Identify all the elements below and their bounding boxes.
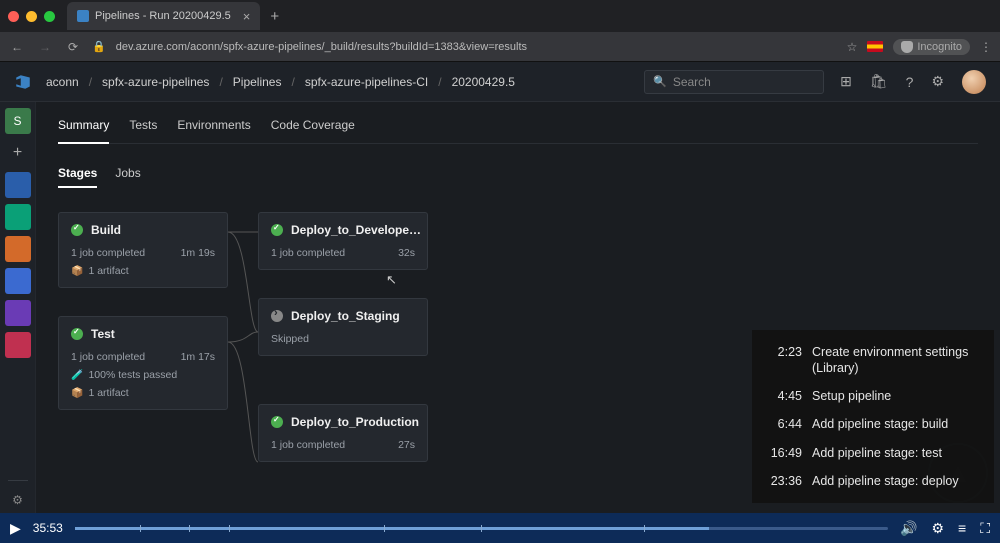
left-rail: S + ⚙ [0,102,36,513]
rail-artifacts-icon[interactable] [5,300,31,326]
skipped-icon [271,310,283,322]
help-icon[interactable]: ? [906,74,914,90]
subtab-stages[interactable]: Stages [58,166,97,188]
spain-flag-icon[interactable] [867,41,883,52]
new-tab-button[interactable]: + [270,8,279,25]
crumb-org[interactable]: aconn [46,75,79,89]
minimize-window-icon[interactable] [26,11,37,22]
chapter-list: 2:23Create environment settings (Library… [752,330,994,504]
tab-code-coverage[interactable]: Code Coverage [271,112,355,143]
chapter-link[interactable]: Setup pipeline [812,388,891,404]
stage-test[interactable]: Test 1 job completed1m 17s 🧪100% tests p… [58,316,228,410]
rail-boards-icon[interactable] [5,172,31,198]
marketplace-icon[interactable]: ⊞ [840,73,852,90]
current-time: 35:53 [33,521,63,535]
fullscreen-icon[interactable]: ⛶ [980,520,990,537]
crumb-project[interactable]: spfx-azure-pipelines [102,75,209,89]
rail-repos-icon[interactable] [5,204,31,230]
play-button[interactable]: ▶ [10,520,21,537]
shopping-bag-icon[interactable]: 🛍 [870,73,888,90]
azure-devops-logo-icon[interactable] [14,73,32,91]
stage-deploy-prod[interactable]: Deploy_to_Production 1 job completed27s [258,404,428,462]
star-icon[interactable]: ☆ [847,40,858,54]
artifact-icon: 📦 [71,388,83,399]
lock-icon: 🔒 [92,40,106,53]
forward-button[interactable]: → [36,40,54,54]
subtab-jobs[interactable]: Jobs [115,166,140,188]
browser-menu-icon[interactable]: ⋮ [980,40,992,54]
tab-environments[interactable]: Environments [177,112,250,143]
chapters-icon[interactable]: ≡ [958,520,966,536]
stage-deploy-staging[interactable]: Deploy_to_Staging Skipped [258,298,428,356]
browser-tab[interactable]: Pipelines - Run 20200429.5 × [67,2,260,30]
browser-tab-bar: Pipelines - Run 20200429.5 × + [0,0,1000,32]
run-tabs: Summary Tests Environments Code Coverage [58,112,978,144]
tab-title: Pipelines - Run 20200429.5 [95,10,231,22]
incognito-icon [901,41,913,53]
reload-button[interactable]: ⟳ [64,40,82,54]
maximize-window-icon[interactable] [44,11,55,22]
crumb-pipeline[interactable]: spfx-azure-pipelines-CI [305,75,428,89]
success-icon [71,328,83,340]
video-player-bar: ▶ 35:53 🔊 ⚙ ≡ ⛶ [0,513,1000,543]
browser-address-bar: ← → ⟳ 🔒 dev.azure.com/aconn/spfx-azure-p… [0,32,1000,62]
window-traffic-lights [8,11,55,22]
chapter-link[interactable]: Add pipeline stage: test [812,445,942,461]
success-icon [271,224,283,236]
chapter-link[interactable]: Add pipeline stage: build [812,416,948,432]
search-icon: 🔍 [653,75,667,88]
search-input[interactable]: 🔍 Search [644,70,824,94]
rail-other-icon[interactable] [5,332,31,358]
volume-icon[interactable]: 🔊 [900,520,917,537]
beaker-icon: 🧪 [71,370,83,381]
sub-tabs: Stages Jobs [58,166,978,188]
devops-header: aconn/ spfx-azure-pipelines/ Pipelines/ … [0,62,1000,102]
rail-project-icon[interactable]: S [5,108,31,134]
tab-summary[interactable]: Summary [58,112,109,144]
stage-deploy-dev[interactable]: Deploy_to_Develope… 1 job completed32s [258,212,428,270]
azure-devops-favicon-icon [77,10,89,22]
success-icon [271,416,283,428]
url-text[interactable]: dev.azure.com/aconn/spfx-azure-pipelines… [116,41,837,53]
breadcrumb: aconn/ spfx-azure-pipelines/ Pipelines/ … [46,75,515,89]
chapter-link[interactable]: Create environment settings (Library) [812,344,984,377]
crumb-section[interactable]: Pipelines [233,75,282,89]
rail-testplans-icon[interactable] [5,268,31,294]
rail-add-button[interactable]: + [5,140,31,166]
stage-build[interactable]: Build 1 job completed1m 19s 📦1 artifact [58,212,228,288]
cursor-icon: ↖ [386,272,397,288]
seek-bar[interactable] [75,527,888,530]
tab-tests[interactable]: Tests [129,112,157,143]
user-settings-icon[interactable]: ⚙ [931,73,944,90]
rail-pipelines-icon[interactable] [5,236,31,262]
back-button[interactable]: ← [8,40,26,54]
settings-icon[interactable]: ⚙ [931,520,944,537]
rail-settings-icon[interactable]: ⚙ [5,487,31,513]
success-icon [71,224,83,236]
avatar[interactable] [962,70,986,94]
tab-close-icon[interactable]: × [243,9,251,24]
close-window-icon[interactable] [8,11,19,22]
incognito-badge: Incognito [893,39,970,55]
chapter-link[interactable]: Add pipeline stage: deploy [812,473,959,489]
crumb-run[interactable]: 20200429.5 [452,75,515,89]
artifact-icon: 📦 [71,266,83,277]
